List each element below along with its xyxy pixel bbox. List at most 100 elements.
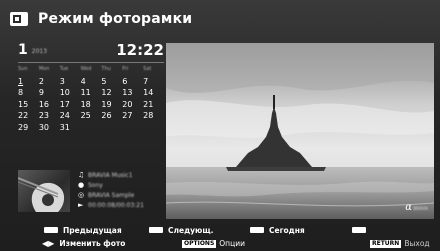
calendar-day: 6 <box>122 77 128 86</box>
track-title-line: ♫ BRAVIA Music1 <box>78 170 164 180</box>
weekday-label: Sat <box>143 66 152 72</box>
clock: 12:22 <box>116 41 164 59</box>
calendar-day: 23 <box>38 111 50 121</box>
track-info: ♫ BRAVIA Music1 ● Sony ◎ BRAVIA Sample ►… <box>78 170 164 210</box>
title-bar: Режим фоторамки <box>10 8 192 30</box>
calendar-day: 20 <box>122 99 133 109</box>
photo-frame-icon <box>10 12 28 26</box>
calendar-day: 18 <box>80 99 91 109</box>
calendar-day: 7 <box>143 77 149 86</box>
weekday-label: Sun <box>18 66 28 72</box>
photo-frame-screen: Режим фоторамки 1 2013 12:22 Sun Mon Tue… <box>0 0 440 251</box>
calendar-day: 15 <box>18 99 29 109</box>
calendar-day: 14 <box>143 88 154 98</box>
previous-label: Предыдущая <box>63 225 122 235</box>
album-line: ◎ BRAVIA Sample <box>78 190 164 200</box>
calendar-day: 26 <box>101 111 112 121</box>
today-button[interactable]: Сегодня <box>250 224 305 236</box>
calendar-day: 31 <box>59 122 70 132</box>
calendar-day <box>81 122 102 133</box>
track-title: BRAVIA Music1 <box>88 171 133 179</box>
calendar-week: 1 2 3 4 5 6 7 <box>18 76 164 87</box>
hint-bar: ◀▶ Изменить фото OPTIONS Опции RETURN Вы… <box>0 236 440 251</box>
play-icon: ► <box>78 201 84 209</box>
calendar-day: 12 <box>101 88 112 98</box>
change-photo-hint[interactable]: ◀▶ Изменить фото <box>42 239 125 248</box>
fourth-color-button[interactable] <box>352 224 371 236</box>
color-key-icon <box>149 227 163 233</box>
calendar-grid: 1 2 3 4 5 6 7 8 9 10 11 12 13 14 15 16 1… <box>18 76 164 133</box>
now-playing-panel: ♫ BRAVIA Music1 ● Sony ◎ BRAVIA Sample ►… <box>18 170 164 212</box>
calendar-day: 3 <box>59 77 65 86</box>
next-label: Следующ. <box>168 225 214 235</box>
weekday-header: Sun Mon Tue Wed Thu Fri Sat <box>18 66 164 76</box>
weekday-label: Wed <box>80 66 92 72</box>
change-photo-label: Изменить фото <box>59 239 126 248</box>
artist-line: ● Sony <box>78 180 164 190</box>
calendar-day <box>122 122 143 133</box>
calendar-day: 5 <box>101 77 107 86</box>
calendar-day: 19 <box>101 99 112 109</box>
calendar-day: 16 <box>38 99 50 109</box>
calendar-day: 30 <box>38 122 50 132</box>
person-icon: ● <box>78 181 85 189</box>
calendar-day: 21 <box>143 99 154 109</box>
return-key: RETURN <box>370 239 402 248</box>
calendar-day: 11 <box>80 88 91 98</box>
guitar-image <box>18 177 65 212</box>
previous-button[interactable]: Предыдущая <box>44 224 122 236</box>
weekday-label: Mon <box>38 66 50 72</box>
displayed-photo: α BRAVIA <box>166 43 434 219</box>
calendar-panel: 1 2013 12:22 Sun Mon Tue Wed Thu Fri Sat… <box>18 42 164 133</box>
mont-saint-michel-photo <box>166 43 434 219</box>
weekday-label: Thu <box>101 66 111 72</box>
calendar-day: 13 <box>122 88 133 98</box>
options-label: Опции <box>219 239 245 248</box>
exit-hint[interactable]: RETURN Выход <box>370 239 430 248</box>
calendar-day: 1 <box>18 77 24 86</box>
calendar-day: 8 <box>18 88 24 98</box>
calendar-day: 29 <box>18 122 29 132</box>
next-button[interactable]: Следующ. <box>149 224 213 236</box>
calendar-week: 8 9 10 11 12 13 14 <box>18 87 164 98</box>
color-button-bar: Предыдущая Следующ. Сегодня <box>0 224 440 236</box>
day-number: 1 <box>18 42 28 58</box>
calendar-day: 22 <box>18 111 29 121</box>
brand-sublabel: BRAVIA <box>413 206 429 211</box>
calendar-day: 27 <box>122 111 133 121</box>
options-hint[interactable]: OPTIONS Опции <box>182 239 245 248</box>
left-right-arrows-icon: ◀▶ <box>42 239 55 248</box>
artist-name: Sony <box>88 181 103 189</box>
calendar-day: 17 <box>59 99 70 109</box>
calendar-day: 28 <box>143 111 154 121</box>
music-note-icon: ♫ <box>78 171 85 179</box>
calendar-week: 29 30 31 <box>18 122 164 133</box>
calendar-day: 2 <box>38 77 44 86</box>
weekday-label: Tue <box>59 66 69 72</box>
divider <box>18 62 164 63</box>
calendar-day <box>101 122 122 133</box>
color-key-icon <box>44 227 58 233</box>
today-label: Сегодня <box>269 225 305 235</box>
progress-line: ► 00:00:08/00:03:21 <box>78 200 164 210</box>
exit-label: Выход <box>404 239 430 248</box>
calendar-day: 4 <box>80 77 86 86</box>
album-name: BRAVIA Sample <box>88 191 135 199</box>
weekday-label: Fri <box>122 66 129 72</box>
date-time-row: 1 2013 12:22 <box>18 42 164 60</box>
color-key-icon <box>352 227 366 233</box>
disc-icon: ◎ <box>78 191 85 199</box>
calendar-day <box>143 122 164 133</box>
options-key: OPTIONS <box>182 239 217 248</box>
calendar-week: 15 16 17 18 19 20 21 <box>18 99 164 110</box>
color-key-icon <box>250 227 264 233</box>
page-title: Режим фоторамки <box>38 11 193 27</box>
month-label: 2013 <box>31 48 48 55</box>
calendar-day: 9 <box>38 88 44 98</box>
album-art <box>18 170 70 212</box>
brand-logo: α <box>405 202 412 213</box>
track-progress: 00:00:08/00:03:21 <box>88 201 144 209</box>
calendar-day: 24 <box>59 111 70 121</box>
calendar-day: 25 <box>80 111 91 121</box>
calendar-day: 10 <box>59 88 70 98</box>
